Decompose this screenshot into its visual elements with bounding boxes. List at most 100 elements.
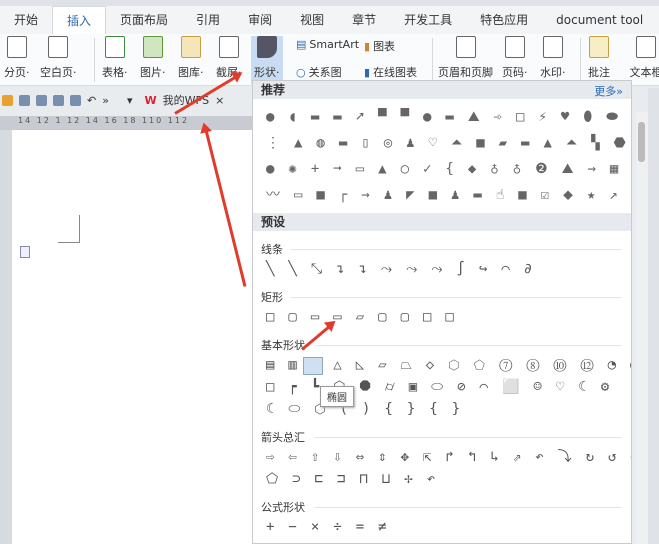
section-title: 预设 bbox=[261, 215, 286, 229]
header-footer-icon bbox=[455, 36, 476, 58]
tab-7[interactable]: 开发工具 bbox=[390, 6, 466, 34]
category-label-lines: 线条 bbox=[261, 243, 283, 256]
label: 水印· bbox=[540, 66, 566, 79]
shapes-icon bbox=[256, 36, 277, 58]
label: SmartArt bbox=[309, 38, 360, 51]
vertical-ruler bbox=[0, 130, 12, 544]
label: 批注 bbox=[588, 66, 610, 79]
tab-1[interactable]: 插入 bbox=[52, 6, 107, 34]
textbox-button[interactable]: 文本框 bbox=[626, 36, 659, 80]
chart-icon: ▮ bbox=[364, 39, 371, 53]
smartart-button[interactable]: ▤ SmartArt bbox=[296, 38, 359, 51]
panel-scrollbar[interactable] bbox=[636, 112, 648, 544]
recommended-shapes-row-1[interactable]: ●◖▬▬➚▀▀●▬⛰➾□⚡♥⬮⬬⚡ bbox=[266, 107, 631, 127]
header-footer-button[interactable]: 页眉和页脚 bbox=[438, 36, 493, 80]
preview-icon[interactable] bbox=[70, 94, 81, 106]
tab-0[interactable]: 开始 bbox=[0, 6, 52, 34]
more-link[interactable]: 更多» bbox=[594, 83, 623, 101]
undo-icon[interactable]: ↶ bbox=[87, 94, 96, 107]
page-icon bbox=[20, 246, 30, 258]
tab-6[interactable]: 章节 bbox=[338, 6, 390, 34]
recommended-header: 推荐 更多» bbox=[253, 81, 631, 99]
section-title: 推荐 bbox=[261, 83, 286, 97]
scrollbar-thumb[interactable] bbox=[638, 122, 645, 162]
ribbon-tabs: 开始 插入 页面布局 引用 审阅 视图 章节 开发工具 特色应用 document tool bbox=[0, 6, 659, 34]
label: 图表 bbox=[373, 40, 396, 53]
picture-button[interactable]: 图片· bbox=[140, 36, 166, 80]
label: 文本框 bbox=[629, 66, 659, 79]
recommended-shapes-row-2[interactable]: ⋮▲◍▬▯◎♟♡⏶■▰▬▲⏶▚⬣◕ bbox=[266, 133, 631, 153]
comment-button[interactable]: 批注 bbox=[588, 36, 610, 80]
equation-shapes-row[interactable]: +−×÷=≠ bbox=[266, 517, 401, 537]
tab-9[interactable]: document tool bbox=[542, 6, 657, 34]
basic-shapes-row-3[interactable]: ☾⬭⬡(){}{} bbox=[266, 399, 474, 419]
category-label-equation: 公式形状 bbox=[261, 501, 305, 514]
arrow-shapes-row-1[interactable]: ⇨⇦⇧⇩⇔⇕✥⇱↱↰↳⇗↶⤵↻↺⇨ bbox=[266, 447, 631, 467]
divider bbox=[315, 345, 621, 346]
label: 表格· bbox=[102, 66, 128, 79]
print-icon[interactable] bbox=[53, 94, 64, 106]
page-number-icon bbox=[504, 36, 525, 58]
divider bbox=[94, 38, 95, 82]
export-icon[interactable] bbox=[36, 94, 47, 106]
table-icon bbox=[104, 36, 125, 58]
blank-page-button[interactable]: 空白页· bbox=[40, 36, 77, 80]
label: 页眉和页脚 bbox=[438, 66, 493, 79]
divider bbox=[315, 507, 621, 508]
picture-icon bbox=[142, 36, 163, 58]
online-chart-button[interactable]: ▮ 在线图表 bbox=[364, 64, 417, 80]
recommended-shapes-row-4[interactable]: 〰▭■┌→♟◤■♟▬☝■☑⬥★↗→ bbox=[266, 185, 631, 205]
gallery-icon bbox=[180, 36, 201, 58]
page-break-button[interactable]: 分页· bbox=[4, 36, 30, 80]
divider bbox=[291, 249, 621, 250]
lines-shapes-row[interactable]: ╲╲⤡↴↴⤳⤳⤳∫↪⌒∂ bbox=[266, 259, 546, 279]
label: 形状· bbox=[254, 66, 280, 79]
label: 分页· bbox=[4, 66, 30, 79]
table-button[interactable]: 表格· bbox=[102, 36, 128, 80]
document-page[interactable] bbox=[12, 130, 252, 544]
label: 页码· bbox=[502, 66, 528, 79]
arrow-shapes-row-2[interactable]: ⬠⊃⊏⊐⊓⊔✢↶ bbox=[266, 469, 449, 489]
divider bbox=[432, 38, 433, 82]
hover-highlight bbox=[303, 357, 323, 375]
open-icon[interactable] bbox=[2, 94, 13, 106]
tab-2[interactable]: 页面布局 bbox=[106, 6, 182, 34]
recommended-shapes-row-3[interactable]: ●✺+➞▭▲○✓{◆♁♁❷⛰→▦┼ bbox=[266, 159, 631, 179]
relation-chart-button[interactable]: ○ 关系图 bbox=[296, 64, 342, 80]
relation-icon: ○ bbox=[296, 65, 306, 79]
blank-page-icon bbox=[48, 36, 69, 58]
label: 图库· bbox=[178, 66, 204, 79]
label: 关系图 bbox=[308, 66, 342, 79]
label: 在线图表 bbox=[373, 66, 418, 79]
save-icon[interactable] bbox=[19, 94, 30, 106]
horizontal-ruler: 14 12 1 12 14 16 18 110 112 bbox=[0, 116, 252, 130]
ribbon-insert: 分页· 空白页· 表格· 图片· 图库· 截屏· 形状· ▤ SmartArt ▮… bbox=[0, 34, 659, 86]
page-number-button[interactable]: 页码· bbox=[502, 36, 528, 80]
label: 图片· bbox=[140, 66, 166, 79]
tooltip: 椭圆 bbox=[320, 386, 354, 407]
textbox-icon bbox=[636, 36, 656, 58]
chart-button[interactable]: ▮ 图表 bbox=[364, 38, 395, 54]
tab-3[interactable]: 引用 bbox=[182, 6, 234, 34]
divider bbox=[580, 38, 581, 82]
page-break-icon bbox=[6, 36, 27, 58]
redo-icon[interactable]: » bbox=[102, 94, 109, 107]
rectangle-shapes-row[interactable]: □▢▭▭▱▢▢□□ bbox=[266, 307, 468, 327]
gallery-button[interactable]: 图库· bbox=[178, 36, 204, 80]
watermark-button[interactable]: 水印· bbox=[540, 36, 566, 80]
divider bbox=[315, 437, 621, 438]
category-label-rectangles: 矩形 bbox=[261, 291, 283, 304]
category-label-arrows: 箭头总汇 bbox=[261, 431, 305, 444]
tab-4[interactable]: 审阅 bbox=[234, 6, 286, 34]
online-chart-icon: ▮ bbox=[364, 65, 371, 79]
shapes-button[interactable]: 形状· bbox=[251, 36, 283, 84]
tab-8[interactable]: 特色应用 bbox=[466, 6, 542, 34]
category-label-basic-shapes: 基本形状 bbox=[261, 339, 305, 352]
dropdown-icon[interactable]: ▾ bbox=[127, 94, 133, 107]
page-margin-corner bbox=[58, 215, 80, 243]
label: 空白页· bbox=[40, 66, 77, 79]
close-tab-button[interactable]: × bbox=[215, 94, 224, 107]
tab-5[interactable]: 视图 bbox=[286, 6, 338, 34]
wps-logo-icon: W bbox=[144, 93, 157, 107]
watermark-icon bbox=[542, 36, 563, 58]
